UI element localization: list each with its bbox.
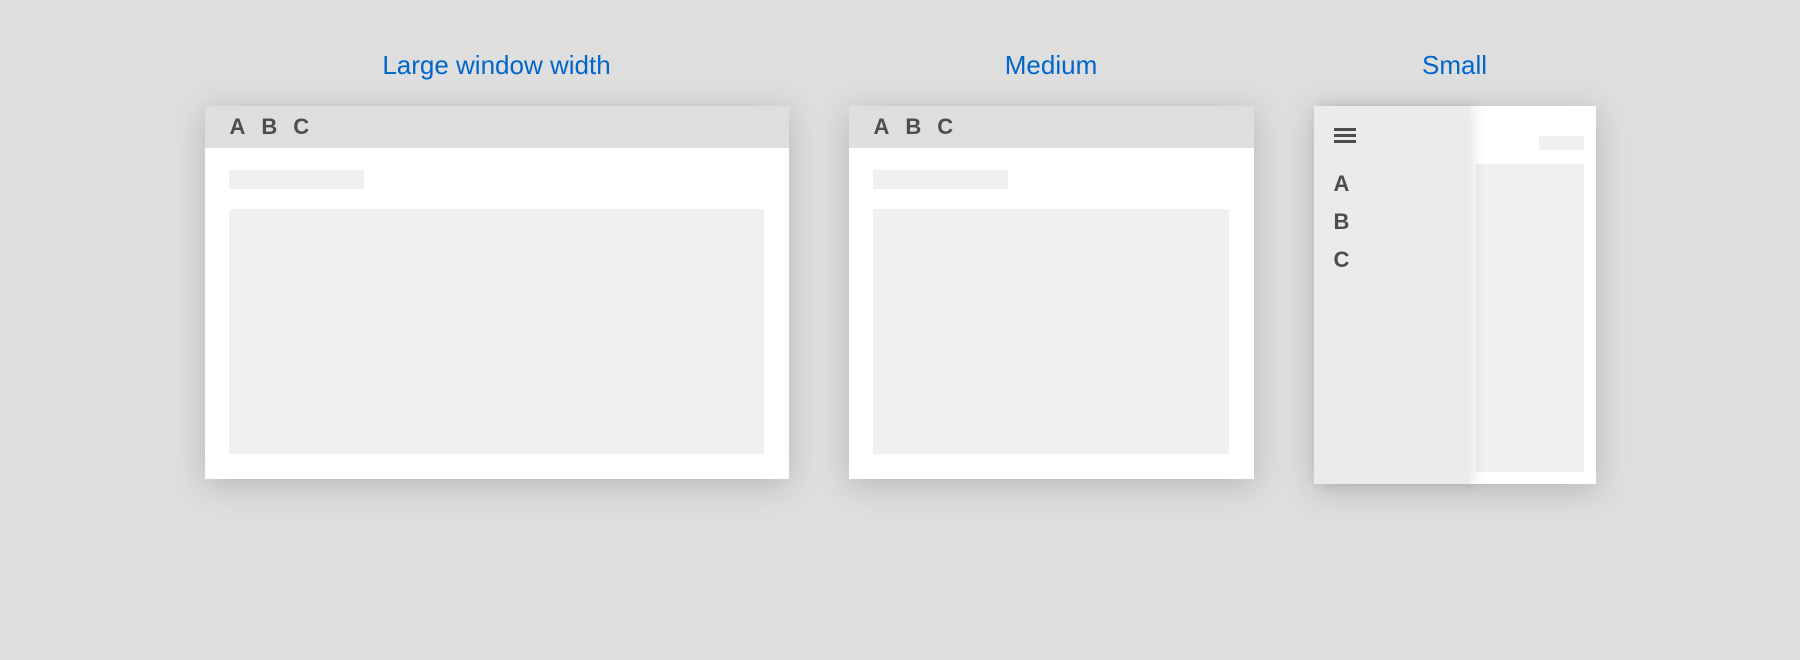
placeholder-heading (229, 170, 364, 189)
window-medium: A B C (849, 106, 1254, 479)
example-small: Small A B C (1314, 50, 1596, 484)
drawer-item-b[interactable]: B (1334, 209, 1450, 235)
example-medium: Medium A B C (849, 50, 1254, 479)
drawer-items: A B C (1334, 171, 1450, 273)
window-small: A B C (1314, 106, 1596, 484)
tab-b[interactable]: B (905, 114, 921, 140)
hamburger-icon[interactable] (1334, 128, 1356, 144)
placeholder-heading (873, 170, 1008, 189)
placeholder-body (1476, 164, 1584, 472)
topbar-large: A B C (205, 106, 789, 148)
tab-a[interactable]: A (230, 114, 246, 140)
tab-c[interactable]: C (937, 114, 953, 140)
placeholder-body (873, 209, 1229, 454)
tab-c[interactable]: C (293, 114, 309, 140)
diagram-container: Large window width A B C Medium A B C (0, 0, 1800, 484)
topbar-medium: A B C (849, 106, 1254, 148)
placeholder-body (229, 209, 764, 454)
placeholder-heading (1539, 136, 1584, 150)
tab-b[interactable]: B (261, 114, 277, 140)
caption-large: Large window width (382, 50, 610, 81)
content-medium (849, 148, 1254, 476)
drawer-item-a[interactable]: A (1334, 171, 1450, 197)
caption-small: Small (1422, 50, 1487, 81)
tab-a[interactable]: A (874, 114, 890, 140)
small-body: A B C (1314, 106, 1596, 484)
example-large: Large window width A B C (205, 50, 789, 479)
nav-drawer: A B C (1314, 106, 1470, 484)
window-large: A B C (205, 106, 789, 479)
drawer-item-c[interactable]: C (1334, 247, 1450, 273)
caption-medium: Medium (1005, 50, 1097, 81)
content-large (205, 148, 789, 476)
